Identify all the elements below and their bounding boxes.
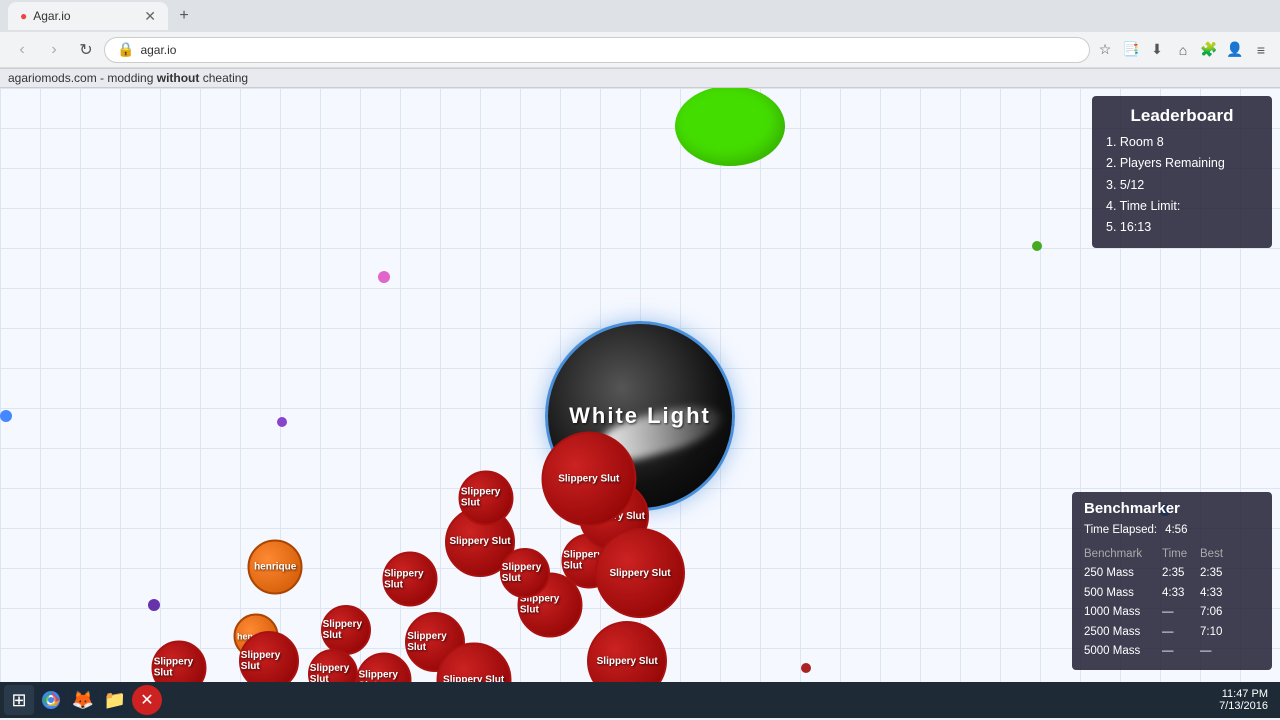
bench-500-best: 4:33	[1200, 584, 1230, 604]
info-text-bold: without	[157, 71, 200, 85]
chrome-icon[interactable]	[36, 685, 66, 715]
nav-icons: ☆ 📑 ⬇ ⌂ 🧩 👤 ≡	[1094, 39, 1272, 61]
bench-row-1000: 1000 Mass — 7:06	[1084, 603, 1260, 623]
leaderboard-item-4: 4. Time Limit:	[1106, 196, 1258, 217]
browser-bar: ● Agar.io ✕ + ‹ › ↻ 🔒 agar.io ☆ 📑 ⬇ ⌂ 🧩 …	[0, 0, 1280, 69]
ss-label-1: Slippery Slut	[449, 536, 510, 547]
henrique-cell-1: henrique	[248, 539, 303, 594]
date-display: 7/13/2016	[1219, 700, 1268, 712]
bench-row-250: 250 Mass 2:35 2:35	[1084, 564, 1260, 584]
ss-cell-12: Slippery Slut	[595, 528, 685, 618]
bench-header: Benchmark Time Best	[1084, 545, 1260, 565]
bookmark-star-icon[interactable]: ☆	[1094, 39, 1116, 61]
food-dot-purple2	[148, 599, 160, 611]
bench-5000-mass: 5000 Mass	[1084, 642, 1154, 662]
download-icon[interactable]: ⬇	[1146, 39, 1168, 61]
bench-col-time: Time	[1162, 545, 1192, 565]
bench-col-benchmark: Benchmark	[1084, 545, 1154, 565]
back-button[interactable]: ‹	[8, 36, 36, 64]
benchmarker-title: Benchmarker	[1084, 500, 1260, 517]
folder-icon[interactable]: 📁	[100, 685, 130, 715]
food-dot-darkred1	[801, 663, 811, 673]
ss-label-14: Slippery Slut	[241, 650, 297, 672]
bench-elapsed-value: 4:56	[1165, 521, 1195, 541]
ss-label-2: Slippery Slut	[384, 568, 435, 590]
bench-5000-best: —	[1200, 642, 1230, 662]
whitelight-label: White Light	[569, 403, 711, 429]
info-text-end: cheating	[199, 71, 248, 85]
ss-label-4: Slippery Slut	[323, 619, 369, 641]
ss-cell-4: Slippery Slut	[321, 605, 371, 655]
edge-dot	[0, 410, 12, 422]
ss-cell-2: Slippery Slut	[382, 552, 437, 607]
bench-row-500: 500 Mass 4:33 4:33	[1084, 584, 1260, 604]
leaderboard-item-3: 3. 5/12	[1106, 175, 1258, 196]
home-icon[interactable]: ⌂	[1172, 39, 1194, 61]
leaderboard-panel: Leaderboard 1. Room 8 2. Players Remaini…	[1092, 96, 1272, 248]
bench-1000-time: —	[1162, 603, 1192, 623]
bench-250-time: 2:35	[1162, 564, 1192, 584]
ss-label-9: Slippery Slut	[502, 562, 548, 584]
info-text-normal: agariomods.com - modding	[8, 71, 157, 85]
food-dot-green1	[1032, 241, 1042, 251]
ss-label-12: Slippery Slut	[609, 568, 670, 579]
browser-tab[interactable]: ● Agar.io ✕	[8, 2, 168, 30]
bench-500-mass: 500 Mass	[1084, 584, 1154, 604]
henrique-label-1: henrique	[254, 561, 296, 572]
bench-col-best: Best	[1200, 545, 1230, 565]
bench-250-mass: 250 Mass	[1084, 564, 1154, 584]
tab-bar: ● Agar.io ✕ +	[0, 0, 1280, 32]
url-bar[interactable]: 🔒 agar.io	[104, 37, 1090, 63]
menu-icon[interactable]: ≡	[1250, 39, 1272, 61]
bench-1000-best: 7:06	[1200, 603, 1230, 623]
bench-250-best: 2:35	[1200, 564, 1230, 584]
tab-title: Agar.io	[33, 9, 70, 23]
bench-row-5000: 5000 Mass — —	[1084, 642, 1260, 662]
bench-elapsed-label: Time Elapsed:	[1084, 521, 1157, 541]
ss-cell-large-1: Slippery Slut	[541, 431, 636, 526]
game-area[interactable]: White Light henrique henrique Slippery S…	[0, 88, 1280, 718]
account-icon[interactable]: 👤	[1224, 39, 1246, 61]
benchmarker-panel: Benchmarker Time Elapsed: 4:56 Benchmark…	[1072, 492, 1272, 670]
bench-2500-time: —	[1162, 623, 1192, 643]
bench-time-elapsed: Time Elapsed: 4:56	[1084, 521, 1260, 541]
green-cell	[675, 88, 785, 166]
close-icon[interactable]: ✕	[132, 685, 162, 715]
bench-2500-mass: 2500 Mass	[1084, 623, 1154, 643]
food-dot-purple1	[277, 417, 287, 427]
bench-1000-mass: 1000 Mass	[1084, 603, 1154, 623]
bench-5000-time: —	[1162, 642, 1192, 662]
nav-bar: ‹ › ↻ 🔒 agar.io ☆ 📑 ⬇ ⌂ 🧩 👤 ≡	[0, 32, 1280, 68]
ss-label-large-1: Slippery Slut	[558, 473, 619, 484]
firefox-icon[interactable]: 🦊	[68, 685, 98, 715]
leaderboard-item-2: 2. Players Remaining	[1106, 153, 1258, 174]
bookmark-list-icon[interactable]: 📑	[1120, 39, 1142, 61]
info-bar: agariomods.com - modding without cheatin…	[0, 69, 1280, 88]
taskbar: ⊞ 🦊 📁 ✕ 11:47 PM 7/13/2016	[0, 682, 1280, 718]
ss-label-6: Slippery Slut	[461, 487, 512, 509]
start-icon[interactable]: ⊞	[4, 685, 34, 715]
ss-label-7: Slippery Slut	[597, 656, 658, 667]
taskbar-time: 11:47 PM 7/13/2016	[1219, 688, 1276, 712]
forward-button[interactable]: ›	[40, 36, 68, 64]
tab-close-button[interactable]: ✕	[144, 8, 156, 25]
time-display: 11:47 PM	[1219, 688, 1268, 700]
new-tab-button[interactable]: +	[172, 4, 196, 28]
ss-cell-6: Slippery Slut	[459, 470, 514, 525]
leaderboard-title: Leaderboard	[1106, 106, 1258, 126]
leaderboard-item-5: 5. 16:13	[1106, 217, 1258, 238]
bench-row-2500: 2500 Mass — 7:10	[1084, 623, 1260, 643]
reload-button[interactable]: ↻	[72, 36, 100, 64]
ss-label-15: Slippery Slut	[154, 657, 205, 679]
ss-cell-9: Slippery Slut	[500, 548, 550, 598]
url-text: agar.io	[140, 43, 176, 57]
leaderboard-item-1: 1. Room 8	[1106, 132, 1258, 153]
bench-500-time: 4:33	[1162, 584, 1192, 604]
bench-2500-best: 7:10	[1200, 623, 1230, 643]
extensions-icon[interactable]: 🧩	[1198, 39, 1220, 61]
food-dot-pink1	[378, 271, 390, 283]
